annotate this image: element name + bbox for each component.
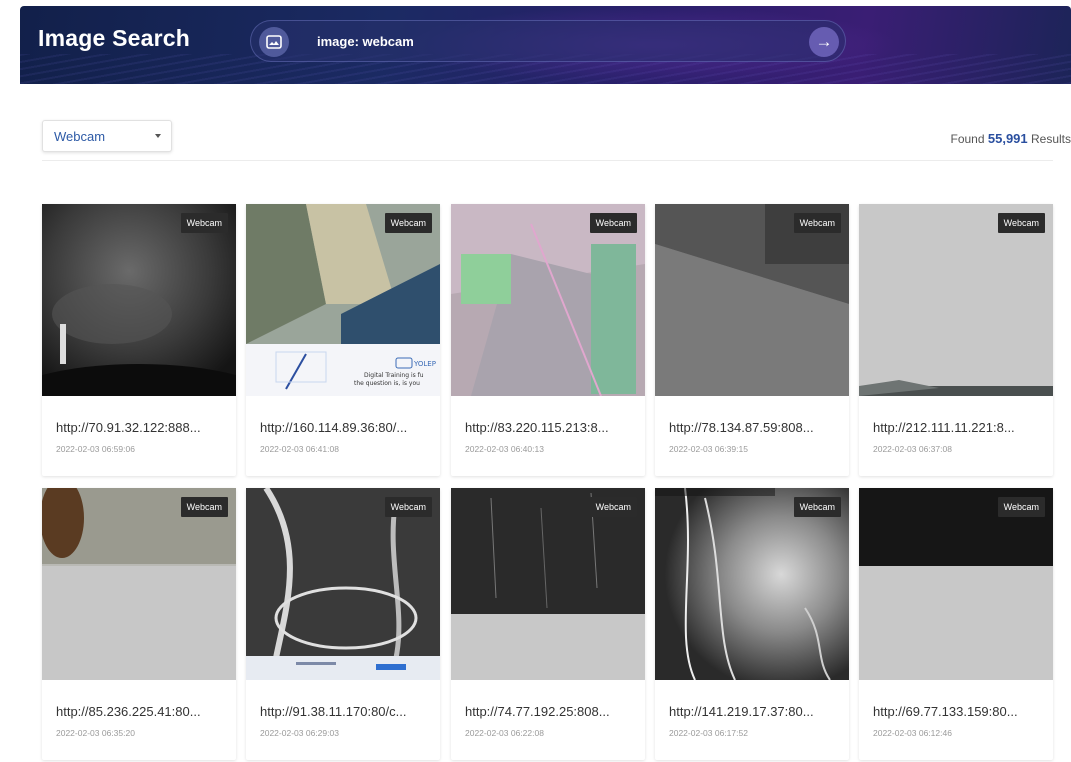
result-thumbnail[interactable]: Webcam <box>451 488 645 680</box>
result-card[interactable]: Webcam http://69.77.133.159:80... 2022-0… <box>859 488 1053 760</box>
result-timestamp: 2022-02-03 06:35:20 <box>56 728 135 738</box>
thumbnail-overlay-line2: the question is, is you <box>354 380 420 387</box>
result-thumbnail[interactable]: Webcam <box>451 204 645 396</box>
result-url-link[interactable]: http://212.111.11.221:8... <box>873 420 1045 435</box>
webcam-badge: Webcam <box>384 213 432 233</box>
result-url-link[interactable]: http://160.114.89.36:80/... <box>260 420 432 435</box>
result-card[interactable]: Webcam http://70.91.32.122:888... 2022-0… <box>42 204 236 476</box>
arrow-right-icon: → <box>815 32 833 51</box>
results-count-number: 55,991 <box>987 131 1028 146</box>
result-timestamp: 2022-02-03 06:59:06 <box>56 444 135 454</box>
result-url-link[interactable]: http://78.134.87.59:808... <box>669 420 841 435</box>
result-url-link[interactable]: http://70.91.32.122:888... <box>56 420 228 435</box>
result-card[interactable]: Webcam http://212.111.11.221:8... 2022-0… <box>859 204 1053 476</box>
results-suffix: Results <box>1030 132 1071 146</box>
search-bar[interactable]: image: webcam → <box>250 20 846 62</box>
result-timestamp: 2022-02-03 06:41:08 <box>260 444 339 454</box>
app-title: Image Search <box>38 25 190 51</box>
webcam-badge: Webcam <box>793 497 841 517</box>
result-timestamp: 2022-02-03 06:12:46 <box>873 728 952 738</box>
result-url-link[interactable]: http://85.236.225.41:80... <box>56 704 228 719</box>
result-thumbnail[interactable]: Webcam <box>246 488 440 680</box>
result-card[interactable]: Webcam http://74.77.192.25:808... 2022-0… <box>451 488 645 760</box>
result-url-link[interactable]: http://141.219.17.37:80... <box>669 704 841 719</box>
header-banner: Image Search image: webcam → <box>20 6 1071 84</box>
result-timestamp: 2022-02-03 06:22:08 <box>465 728 544 738</box>
result-thumbnail[interactable]: Webcam <box>42 488 236 680</box>
result-card[interactable]: YOLEP Digital Training is fu the questio… <box>246 204 440 476</box>
dropdown-selected-value: Webcam <box>54 129 106 144</box>
caret-down-icon <box>155 134 161 138</box>
image-search-icon[interactable] <box>259 27 289 57</box>
result-timestamp: 2022-02-03 06:40:13 <box>465 444 544 454</box>
category-dropdown[interactable]: Webcam <box>42 120 172 152</box>
result-thumbnail[interactable]: Webcam <box>655 204 849 396</box>
webcam-badge: Webcam <box>997 497 1045 517</box>
webcam-badge: Webcam <box>997 213 1045 233</box>
result-url-link[interactable]: http://69.77.133.159:80... <box>873 704 1045 719</box>
thumbnail-brand-text: YOLEP <box>413 360 436 368</box>
thumbnail-overlay-line1: Digital Training is fu <box>364 372 424 379</box>
webcam-badge: Webcam <box>180 213 228 233</box>
result-timestamp: 2022-02-03 06:37:08 <box>873 444 952 454</box>
webcam-badge: Webcam <box>384 497 432 517</box>
result-card[interactable]: Webcam http://78.134.87.59:808... 2022-0… <box>655 204 849 476</box>
result-card[interactable]: Webcam http://85.236.225.41:80... 2022-0… <box>42 488 236 760</box>
result-thumbnail[interactable]: YOLEP Digital Training is fu the questio… <box>246 204 440 396</box>
result-timestamp: 2022-02-03 06:17:52 <box>669 728 748 738</box>
image-search-page: Image Search image: webcam → Webcam Foun… <box>20 6 1071 762</box>
results-prefix: Found <box>950 132 985 146</box>
result-thumbnail[interactable]: Webcam <box>42 204 236 396</box>
webcam-badge: Webcam <box>589 213 637 233</box>
result-timestamp: 2022-02-03 06:39:15 <box>669 444 748 454</box>
result-card[interactable]: Webcam http://141.219.17.37:80... 2022-0… <box>655 488 849 760</box>
webcam-badge: Webcam <box>793 213 841 233</box>
webcam-badge: Webcam <box>589 497 637 517</box>
search-submit-button[interactable]: → <box>809 27 839 57</box>
result-thumbnail[interactable]: Webcam <box>859 204 1053 396</box>
result-thumbnail[interactable]: Webcam <box>655 488 849 680</box>
search-input[interactable]: image: webcam <box>317 34 414 49</box>
result-card[interactable]: Webcam http://83.220.115.213:8... 2022-0… <box>451 204 645 476</box>
result-thumbnail[interactable]: Webcam <box>859 488 1053 680</box>
result-url-link[interactable]: http://91.38.11.170:80/c... <box>260 704 432 719</box>
result-url-link[interactable]: http://74.77.192.25:808... <box>465 704 637 719</box>
result-card[interactable]: Webcam http://91.38.11.170:80/c... 2022-… <box>246 488 440 760</box>
results-toolbar: Webcam Found 55,991 Results <box>42 117 1071 161</box>
result-url-link[interactable]: http://83.220.115.213:8... <box>465 420 637 435</box>
result-timestamp: 2022-02-03 06:29:03 <box>260 728 339 738</box>
results-count: Found 55,991 Results <box>951 131 1071 146</box>
webcam-badge: Webcam <box>180 497 228 517</box>
